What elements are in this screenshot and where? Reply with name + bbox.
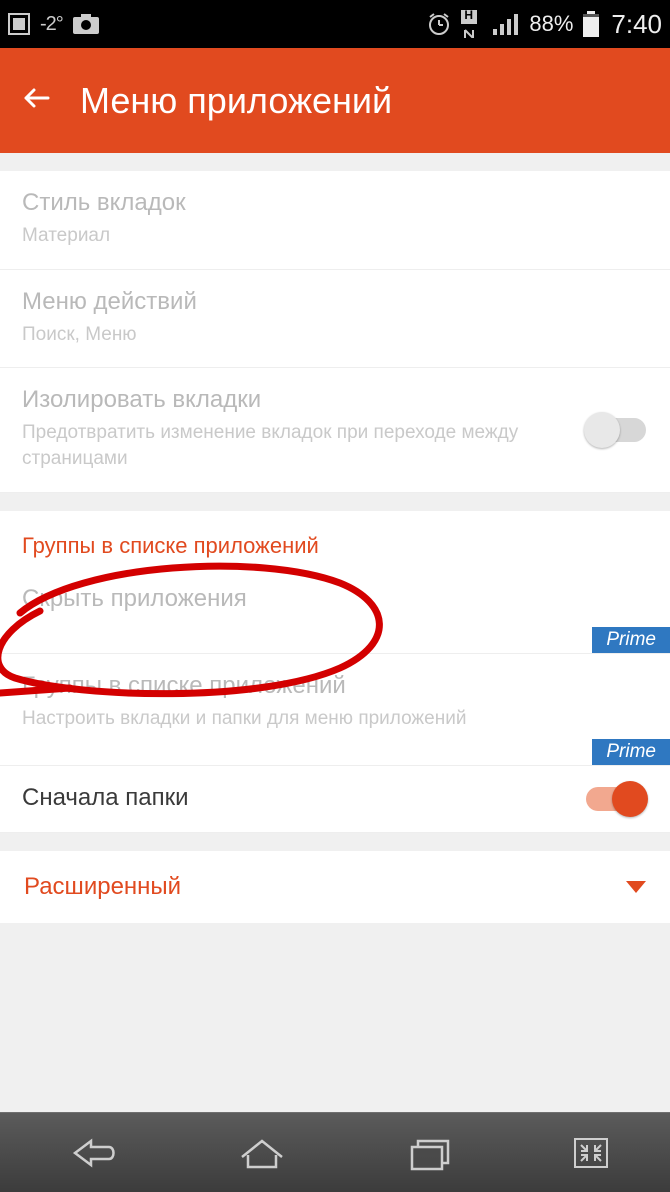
- back-icon[interactable]: [20, 81, 54, 120]
- battery-percentage: 88%: [529, 11, 573, 37]
- setting-isolate-tabs[interactable]: Изолировать вкладки Предотвратить измене…: [0, 368, 670, 492]
- nav-recents-icon[interactable]: [404, 1133, 456, 1173]
- toggle-folders-first[interactable]: [586, 787, 646, 811]
- setting-title: Меню действий: [22, 288, 648, 316]
- setting-subtitle: Поиск, Меню: [22, 322, 648, 348]
- camera-icon: [73, 14, 99, 34]
- setting-subtitle: Предотвратить изменение вкладок при пере…: [22, 420, 560, 471]
- app-bar: Меню приложений: [0, 48, 670, 153]
- battery-icon: [583, 11, 599, 37]
- system-nav-bar: [0, 1112, 670, 1192]
- nav-collapse-icon[interactable]: [569, 1133, 613, 1173]
- chevron-down-icon: [626, 881, 646, 893]
- toggle-isolate-tabs[interactable]: [586, 418, 646, 442]
- nav-home-icon[interactable]: [234, 1133, 290, 1173]
- network-type-badge: H: [461, 10, 483, 38]
- prime-badge: Prime: [592, 739, 670, 765]
- status-bar: -2° H 88% 7:40: [0, 0, 670, 48]
- setting-subtitle: Настроить вкладки и папки для меню прило…: [22, 706, 648, 732]
- page-title: Меню приложений: [80, 80, 392, 122]
- setting-title: Сначала папки: [22, 784, 648, 812]
- setting-action-menu[interactable]: Меню действий Поиск, Меню: [0, 270, 670, 369]
- setting-hide-apps[interactable]: Скрыть приложения Prime: [0, 567, 670, 654]
- setting-drawer-groups[interactable]: Группы в списке приложений Настроить вкл…: [0, 654, 670, 767]
- setting-title: Изолировать вкладки: [22, 386, 560, 414]
- temperature-readout: -2°: [40, 13, 63, 36]
- setting-tab-style[interactable]: Стиль вкладок Материал: [0, 171, 670, 270]
- setting-folders-first[interactable]: Сначала папки: [0, 766, 670, 833]
- clock-readout: 7:40: [611, 9, 662, 40]
- setting-title: Группы в списке приложений: [22, 672, 648, 700]
- setting-title: Стиль вкладок: [22, 189, 648, 217]
- signal-icon: [493, 13, 519, 35]
- setting-title: Скрыть приложения: [22, 585, 648, 613]
- advanced-expand[interactable]: Расширенный: [0, 851, 670, 923]
- section-header-drawer-groups: Группы в списке приложений: [0, 511, 670, 567]
- advanced-label: Расширенный: [24, 873, 181, 901]
- nav-back-icon[interactable]: [57, 1133, 121, 1173]
- prime-badge: Prime: [592, 627, 670, 653]
- alarm-icon: [427, 12, 451, 36]
- square-icon: [8, 13, 30, 35]
- setting-subtitle: Материал: [22, 223, 648, 249]
